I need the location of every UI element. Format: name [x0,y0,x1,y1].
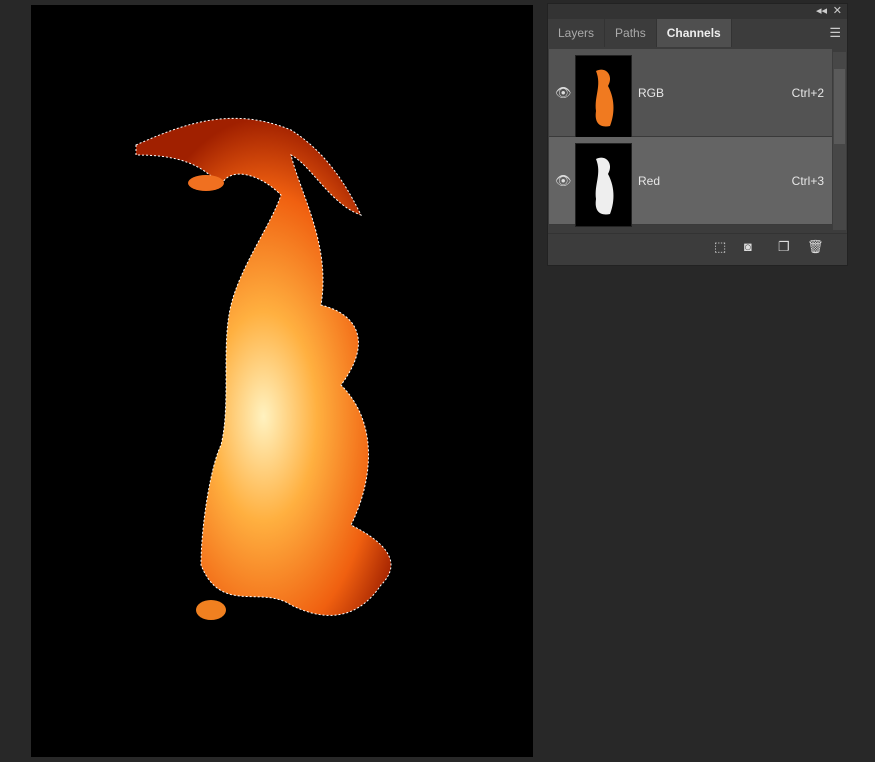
eye-icon[interactable]: 👁 [555,173,572,189]
delete-icon[interactable]: 🗑 [807,239,824,255]
document-canvas[interactable] [31,5,533,757]
tab-paths[interactable]: Paths [605,19,657,47]
channel-shortcut: Ctrl+3 [791,174,824,188]
channel-row-rgb[interactable]: 👁 RGB Ctrl+2 [549,49,832,139]
tab-channels[interactable]: Channels [656,19,732,47]
load-selection-icon[interactable]: ⬚ [714,239,726,255]
channel-name: Red [638,174,661,188]
channel-thumbnail [575,143,632,227]
scrollbar[interactable] [833,52,846,230]
new-channel-icon[interactable]: ❐ [778,239,790,255]
channel-shortcut: Ctrl+2 [791,86,824,100]
channel-thumbnail [575,55,632,139]
channel-name: RGB [638,86,665,100]
channel-row-red[interactable]: 👁 Red Ctrl+3 [549,137,832,227]
scrollbar-thumb[interactable] [834,69,845,144]
flame-wisp [196,600,226,620]
flame-wisp [188,175,224,191]
save-selection-icon[interactable]: ◙ [744,239,752,254]
channels-panel: ◂◂ ✕ Layers Paths Channels ☰ 👁 RGB Ctrl+2… [547,3,848,266]
collapse-icon[interactable]: ◂◂ [816,4,827,17]
tab-layers[interactable]: Layers [548,19,606,47]
flame-selection [135,117,392,616]
close-icon[interactable]: ✕ [833,4,842,17]
flame-image [135,117,392,620]
menu-icon[interactable]: ☰ [829,25,841,41]
eye-icon[interactable]: 👁 [555,85,572,101]
